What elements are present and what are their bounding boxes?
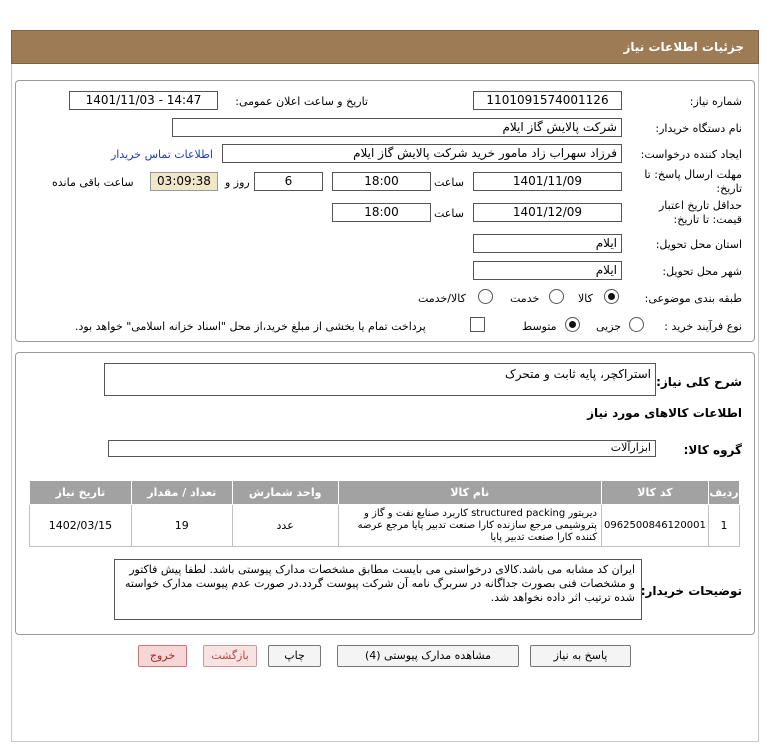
category-option-goods-service: کالا/خدمت [418, 292, 466, 305]
col-header-qty: تعداد / مقدار [130, 480, 233, 505]
summary-label: شرح کلی نیاز: [656, 375, 742, 389]
row-code: 0962500846120001 [600, 504, 709, 547]
purchase-option-medium: متوسط [522, 320, 557, 333]
validity-time-field: 18:00 [332, 203, 431, 222]
need-number-field: 1101091574001126 [473, 91, 622, 110]
purchase-type-label: نوع فرآیند خرید : [664, 320, 742, 333]
deadline-label: مهلت ارسال پاسخ: تا تاریخ: [644, 168, 742, 196]
deadline-label-line1: مهلت ارسال پاسخ: تا [644, 168, 742, 181]
city-label: شهر محل تحویل: [662, 265, 742, 278]
summary-field: استراکچر، پایه ثابت و متحرک [104, 363, 656, 396]
col-header-date: تاریخ نیاز [29, 480, 132, 505]
province-label: استان محل تحویل: [655, 238, 742, 251]
row-date: 1402/03/15 [29, 504, 132, 547]
row-index: 1 [707, 504, 741, 547]
buyer-org-field: شرکت پالایش گاز ایلام [172, 118, 622, 137]
treasury-payment-checkbox[interactable] [470, 317, 485, 332]
category-label: طبقه بندی موضوعی: [644, 292, 742, 305]
col-header-index: ردیف [707, 480, 741, 505]
category-radio-goods-service[interactable] [478, 289, 493, 304]
row-qty: 19 [130, 504, 233, 547]
col-header-code: کد کالا [600, 480, 709, 505]
city-field: ایلام [473, 261, 622, 280]
category-option-service: خدمت [510, 292, 540, 305]
validity-time-label: ساعت [434, 207, 464, 220]
category-option-goods: کالا [578, 292, 593, 305]
validity-label: حداقل تاریخ اعتبار قیمت: تا تاریخ: [659, 199, 742, 227]
goods-table: ردیف کد کالا نام کالا واحد شمارش تعداد /… [29, 480, 741, 547]
validity-date-field: 1401/12/09 [473, 203, 622, 222]
category-radio-goods[interactable] [604, 289, 619, 304]
buyer-notes-label: توضیحات خریدار: [640, 584, 742, 598]
back-button[interactable]: بازگشت [203, 645, 257, 667]
buyer-notes-field: ایران کد مشابه می باشد.کالای درخواستی می… [114, 559, 642, 620]
need-number-label: شماره نیاز: [689, 95, 742, 108]
deadline-date-field: 1401/11/09 [473, 172, 622, 191]
validity-label-line2: قیمت: تا تاریخ: [673, 213, 742, 226]
reply-button[interactable]: پاسخ به نیاز [530, 645, 631, 667]
remaining-time-field: 03:09:38 [150, 172, 218, 191]
goods-group-field: ابزارآلات [108, 440, 656, 457]
goods-group-label: گروه کالا: [683, 443, 742, 457]
col-header-name: نام کالا [337, 480, 602, 505]
deadline-time-label: ساعت [434, 176, 464, 189]
remaining-label: ساعت باقی مانده [52, 176, 134, 189]
exit-button[interactable]: خروج [138, 645, 187, 667]
buyer-contact-link[interactable]: اطلاعات تماس خریدار [111, 148, 213, 161]
requester-field: فرزاد سهراب زاد مامور خرید شرکت پالایش گ… [222, 144, 622, 163]
province-field: ایلام [473, 234, 622, 253]
treasury-payment-text: پرداخت تمام یا بخشی از مبلغ خرید،از محل … [75, 320, 426, 333]
deadline-label-line2: تاریخ: [716, 182, 742, 195]
print-button[interactable]: چاپ [268, 645, 321, 667]
purchase-option-minor: جزیی [596, 320, 622, 333]
purchase-radio-minor[interactable] [629, 317, 644, 332]
announce-label: تاریخ و ساعت اعلان عمومی: [235, 95, 368, 108]
buyer-org-label: نام دستگاه خریدار: [655, 122, 742, 135]
view-attachments-button[interactable]: مشاهده مدارک پیوستی (4) [337, 645, 519, 667]
purchase-radio-medium[interactable] [565, 317, 580, 332]
days-field: 6 [254, 172, 323, 191]
days-label: روز و [225, 176, 250, 189]
page-title: جزئیات اطلاعات نیاز [623, 40, 744, 54]
goods-info-title: اطلاعات کالاهای مورد نیاز [587, 406, 742, 420]
table-row: 1 0962500846120001 دیریتور structured pa… [29, 504, 741, 547]
requester-label: ایجاد کننده درخواست: [640, 148, 742, 161]
row-name: دیریتور structured packing کاربرد صنایع … [337, 504, 602, 547]
validity-label-line1: حداقل تاریخ اعتبار [658, 199, 742, 212]
announce-field: 1401/11/03 - 14:47 [69, 91, 218, 110]
row-unit: عدد [231, 504, 339, 547]
category-radio-service[interactable] [549, 289, 564, 304]
deadline-time-field: 18:00 [332, 172, 431, 191]
col-header-unit: واحد شمارش [231, 480, 339, 505]
page-header: جزئیات اطلاعات نیاز [11, 30, 759, 64]
